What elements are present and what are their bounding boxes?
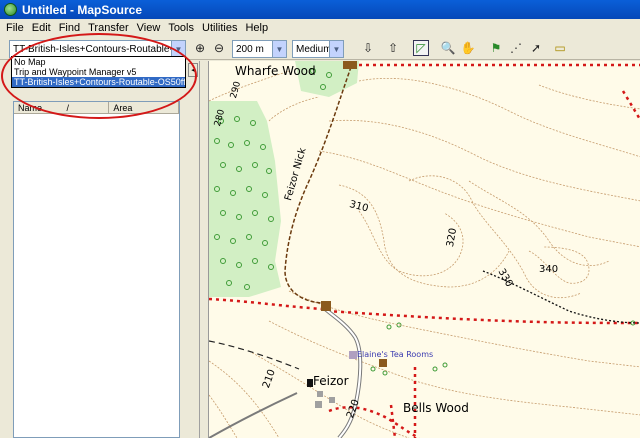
menu-transfer[interactable]: Transfer (84, 22, 133, 34)
menu-bar: File Edit Find Transfer View Tools Utili… (0, 19, 640, 36)
menu-file[interactable]: File (2, 22, 28, 34)
list-header: Name / Area (14, 102, 179, 114)
panel-tabs[interactable] (14, 89, 180, 101)
receive-from-device-icon[interactable]: ⇩ (360, 40, 376, 56)
contour-label: 340 (539, 264, 559, 275)
column-name[interactable]: Name / (14, 102, 110, 113)
route-tool-icon[interactable]: ⋰ (508, 40, 524, 56)
send-to-device-icon[interactable]: ⇧ (385, 40, 401, 56)
chevron-down-icon[interactable]: ▼ (272, 41, 286, 57)
column-name-label: Name (18, 103, 43, 113)
dropdown-option[interactable]: No Map (12, 57, 185, 67)
waypoint-list[interactable]: Name / Area (13, 101, 180, 438)
map-product-dropdown-list: No Map Trip and Waypoint Manager v5 TT-B… (11, 56, 186, 88)
window-title: Untitled - MapSource (22, 2, 143, 17)
zoom-out-icon[interactable]: ⊖ (211, 40, 227, 56)
left-panel: Name / Area (0, 61, 200, 438)
column-area[interactable]: Area (109, 102, 179, 113)
selection-arrow-icon[interactable]: ➚ (528, 40, 544, 56)
measure-tool-icon[interactable]: ▭ (552, 40, 568, 56)
detail-level-select[interactable]: Medium ▼ (292, 40, 344, 58)
menu-help[interactable]: Help (241, 22, 272, 34)
zoom-scale-value: 200 m (236, 43, 264, 55)
title-bar: Untitled - MapSource (0, 0, 640, 19)
black-dashed-path (209, 340, 300, 370)
map-label-bells-wood: Bells Wood (403, 401, 469, 415)
map-label-feizor: Feizor (313, 374, 349, 388)
map-product-select-value: TT-British-Isles+Contours-Routable-OS50f… (13, 43, 186, 55)
zoom-in-icon[interactable]: ⊕ (192, 40, 208, 56)
menu-utilities[interactable]: Utilities (198, 22, 241, 34)
map-view[interactable]: Wharfe Wood Feizor Nick Feizor Bells Woo… (208, 61, 640, 438)
menu-edit[interactable]: Edit (28, 22, 55, 34)
menu-tools[interactable]: Tools (164, 22, 198, 34)
map-selection-tool-icon[interactable]: ◸ (413, 40, 429, 56)
map-label-tea-rooms: Elaine's Tea Rooms (357, 350, 434, 359)
wood-area (209, 101, 281, 297)
detail-level-value: Medium (296, 43, 332, 55)
mapsource-logo-icon (4, 3, 17, 16)
chevron-down-icon[interactable]: ▼ (329, 41, 343, 57)
dropdown-option[interactable]: Trip and Waypoint Manager v5 (12, 67, 185, 77)
zoom-tool-icon[interactable]: 🔍 (440, 40, 456, 56)
menu-view[interactable]: View (133, 22, 165, 34)
panel-splitter-arrow-icon[interactable]: ◂ (188, 63, 198, 77)
menu-find[interactable]: Find (55, 22, 84, 34)
chevron-down-icon[interactable]: ▼ (171, 41, 185, 57)
waypoint-flag-tool-icon[interactable]: ⚑ (488, 40, 504, 56)
map-label-wharfe-wood: Wharfe Wood (235, 64, 316, 78)
sort-indicator: / (66, 103, 70, 113)
hand-pan-tool-icon[interactable]: ✋ (460, 40, 476, 56)
zoom-scale-select[interactable]: 200 m ▼ (232, 40, 287, 58)
dropdown-option-selected[interactable]: TT-British-Isles+Contours-Routable-OS50f… (12, 77, 185, 87)
